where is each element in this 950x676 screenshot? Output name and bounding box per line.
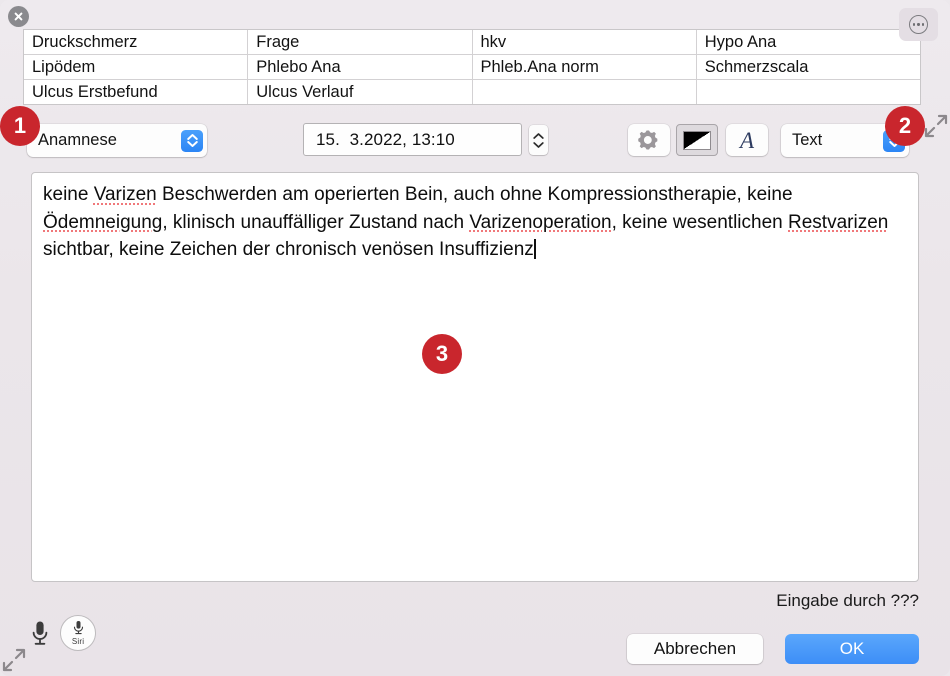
date-stepper[interactable] [529, 125, 548, 155]
cancel-button[interactable]: Abbrechen [627, 634, 763, 664]
text-run: Beschwerden am operierten Bein, auch ohn… [156, 184, 798, 205]
close-icon[interactable] [8, 6, 29, 27]
resize-handle-right[interactable] [924, 114, 948, 138]
table-cell[interactable]: Ulcus Verlauf [248, 80, 473, 104]
ellipsis-ring [909, 15, 928, 34]
table-cell[interactable]: Hypo Ana [697, 30, 920, 54]
font-A-glyph: A [739, 127, 755, 153]
category-dropdown[interactable]: Anamnese [27, 124, 207, 157]
color-swatch [683, 130, 711, 150]
siri-microphone-icon[interactable]: Siri [60, 615, 96, 651]
misspelled-word: Varizenoperation [469, 211, 612, 233]
table-cell[interactable]: Frage [248, 30, 473, 54]
note-text-editor[interactable]: keine Varizen Beschwerden am operierten … [31, 172, 919, 582]
text-caret [534, 239, 536, 259]
text-run: , klinisch unauffälliger Zustand nach [162, 211, 470, 233]
note-text-content: keine Varizen Beschwerden am operierten … [43, 181, 907, 264]
table-cell[interactable]: Ulcus Erstbefund [24, 80, 249, 104]
gear-icon[interactable] [628, 124, 670, 156]
field-grid-table: Druckschmerz Frage hkv Hypo Ana Lipödem … [23, 29, 921, 105]
table-cell[interactable]: Druckschmerz [24, 30, 249, 54]
text-run: , keine wesentlichen [611, 211, 789, 233]
ellipsis-circle-icon[interactable] [899, 8, 938, 41]
table-row: Druckschmerz Frage hkv Hypo Ana [24, 30, 920, 55]
dialog-window: Druckschmerz Frage hkv Hypo Ana Lipödem … [0, 0, 950, 676]
table-row: Lipödem Phlebo Ana Phleb.Ana norm Schmer… [24, 55, 920, 80]
siri-label: Siri [71, 637, 85, 646]
table-row: Ulcus Erstbefund Ulcus Verlauf [24, 80, 920, 105]
table-cell-empty[interactable] [473, 80, 697, 104]
category-dropdown-label: Anamnese [38, 131, 117, 149]
chevron-updown-icon [181, 129, 203, 152]
font-A-icon[interactable]: A [726, 124, 768, 156]
ok-button[interactable]: OK [785, 634, 919, 664]
microphone-icon[interactable] [27, 616, 53, 651]
text-run: keine [43, 184, 94, 205]
resize-handle-left[interactable] [2, 648, 26, 672]
table-cell[interactable]: Lipödem [24, 55, 249, 79]
annotation-badge-3: 3 [422, 334, 462, 374]
table-cell[interactable]: hkv [473, 30, 697, 54]
table-cell-empty[interactable] [697, 80, 920, 104]
table-cell[interactable]: Phleb.Ana norm [473, 55, 697, 79]
color-swatch-icon[interactable] [676, 124, 718, 156]
annotation-badge-2: 2 [885, 106, 925, 146]
misspelled-word: Varizen [93, 184, 157, 205]
date-time-input[interactable]: 15. 3.2022, 13:10 [303, 123, 522, 156]
entry-type-dropdown-label: Text [792, 131, 823, 149]
editor-toolbar: Anamnese 15. 3.2022, 13:10 A Text [0, 122, 950, 162]
misspelled-word: Ödemneigung [43, 211, 163, 233]
misspelled-word: Restvarizen [788, 211, 889, 233]
entered-by-label: Eingabe durch ??? [776, 591, 919, 610]
table-cell[interactable]: Schmerzscala [697, 55, 920, 79]
annotation-badge-1: 1 [0, 106, 40, 146]
table-cell[interactable]: Phlebo Ana [248, 55, 473, 79]
